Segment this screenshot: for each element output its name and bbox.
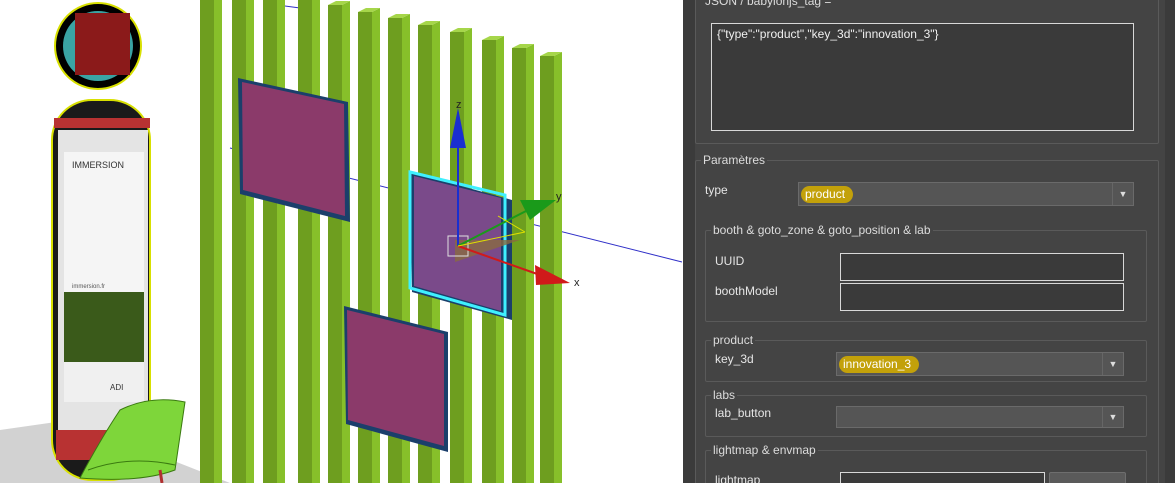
lightmap-label: lightmap bbox=[715, 473, 761, 483]
lab-button-label: lab_button bbox=[715, 406, 772, 420]
kiosk-brand: IMMERSION bbox=[72, 160, 124, 170]
lab-button-select-value bbox=[839, 410, 851, 427]
lab-button-select[interactable]: ▼ bbox=[836, 406, 1124, 428]
key-3d-label: key_3d bbox=[715, 352, 754, 366]
scene: IMMERSION ADI immersion.fr z y x bbox=[0, 0, 683, 483]
chevron-down-icon: ▼ bbox=[1102, 407, 1123, 427]
slat bbox=[328, 5, 342, 483]
chevron-down-icon: ▼ bbox=[1102, 353, 1123, 375]
slat bbox=[298, 0, 312, 483]
lightmap-browse-button[interactable]: ... bbox=[1049, 472, 1126, 483]
lightmap-input[interactable] bbox=[840, 472, 1045, 483]
json-textarea[interactable]: {"type":"product","key_3d":"innovation_3… bbox=[711, 23, 1134, 131]
panel-content: JSON / babylonjs_tag = {"type":"product"… bbox=[695, 0, 1165, 483]
product-group-title: product bbox=[711, 333, 756, 347]
slat bbox=[200, 0, 214, 483]
booth-model-label: boothModel bbox=[715, 284, 778, 298]
properties-panel: JSON / babylonjs_tag = {"type":"product"… bbox=[683, 0, 1175, 483]
booth-group-title: booth & goto_zone & goto_position & lab bbox=[711, 223, 933, 237]
type-select-value: product bbox=[801, 186, 854, 203]
slat-side bbox=[312, 0, 320, 483]
type-select[interactable]: product ▼ bbox=[798, 182, 1134, 206]
kiosk-url: immersion.fr bbox=[72, 284, 105, 290]
slat-side bbox=[214, 0, 222, 483]
slat-side bbox=[554, 52, 562, 483]
uuid-input[interactable] bbox=[840, 253, 1124, 281]
slat-side bbox=[246, 0, 254, 483]
kiosk-partner: ADI bbox=[110, 383, 123, 392]
slat-side bbox=[277, 0, 285, 483]
slat bbox=[263, 0, 277, 483]
slat bbox=[232, 0, 246, 483]
lightmap-group-title: lightmap & envmap bbox=[711, 443, 818, 457]
slat-side bbox=[526, 44, 534, 483]
json-group-title: JSON / babylonjs_tag = bbox=[703, 0, 834, 8]
chevron-down-icon: ▼ bbox=[1112, 183, 1133, 205]
key-3d-select[interactable]: innovation_3 ▼ bbox=[836, 352, 1124, 376]
booth-model-input[interactable] bbox=[840, 283, 1124, 311]
key-3d-select-value: innovation_3 bbox=[839, 356, 920, 373]
labs-group-title: labs bbox=[711, 388, 738, 402]
svg-text:y: y bbox=[556, 191, 562, 203]
svg-text:x: x bbox=[574, 277, 580, 289]
uuid-label: UUID bbox=[715, 254, 745, 268]
type-label: type bbox=[705, 183, 728, 197]
params-group-title: Paramètres bbox=[701, 153, 768, 167]
3d-viewport[interactable]: IMMERSION ADI immersion.fr z y x bbox=[0, 0, 683, 483]
frame-upper-left bbox=[238, 78, 350, 222]
svg-text:z: z bbox=[456, 99, 462, 111]
